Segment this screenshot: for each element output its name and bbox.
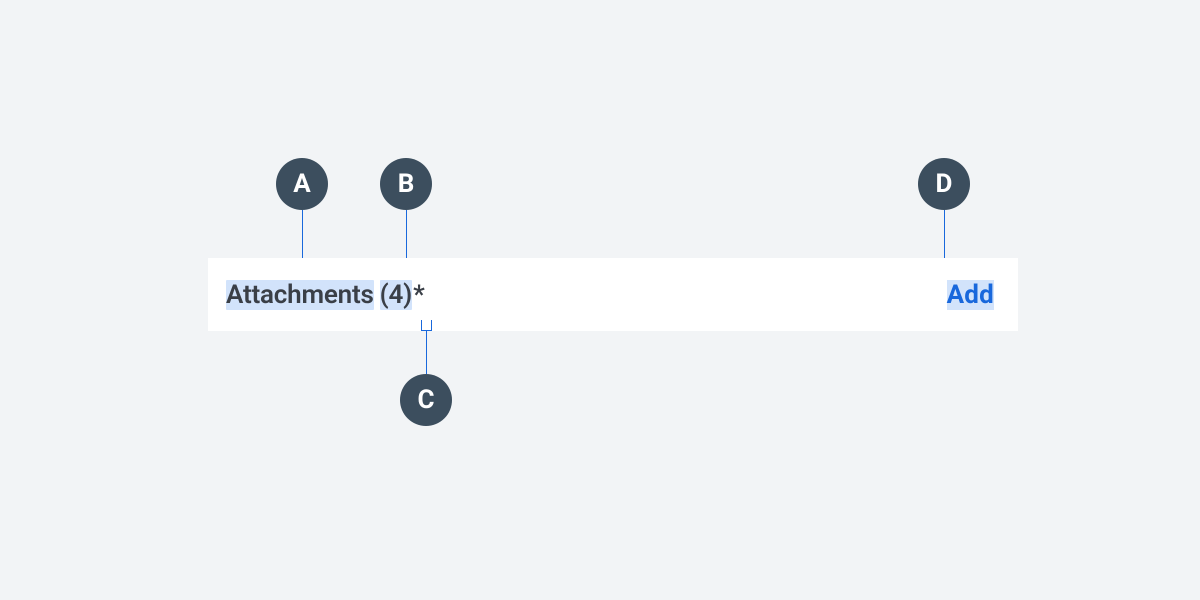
annotation-label-b: B (380, 158, 432, 210)
attachments-title-group: Attachments (4) * (226, 280, 425, 310)
add-button[interactable]: Add (947, 280, 994, 310)
annotation-label-d-text: D (936, 169, 953, 199)
attachments-count: (4) (380, 280, 412, 310)
connector-c-tick-right (431, 320, 432, 330)
annotation-label-a-text: A (293, 169, 310, 199)
annotation-label-a: A (276, 158, 328, 210)
annotation-label-c: C (400, 374, 452, 426)
connector-a-stem (302, 210, 303, 258)
annotation-label-b-text: B (398, 169, 415, 199)
attachments-indicator: * (413, 280, 424, 310)
annotation-label-d: D (918, 158, 970, 210)
connector-b-stem (406, 210, 407, 258)
attachments-header-panel: Attachments (4) * Add (208, 258, 1018, 331)
connector-d-stem (944, 210, 945, 258)
annotation-label-c-text: C (417, 385, 434, 415)
attachments-title: Attachments (226, 280, 374, 310)
connector-c-stem (426, 330, 427, 374)
connector-c-tick-left (421, 320, 422, 330)
